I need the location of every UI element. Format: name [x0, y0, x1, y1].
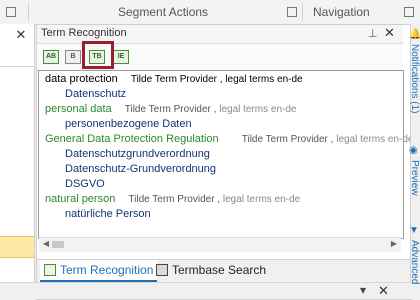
tab-label: Termbase Search [172, 263, 267, 277]
term-source-row[interactable]: natural person Tilde Term Provider , leg… [45, 193, 300, 205]
eye-icon: ◉ [409, 145, 418, 156]
term-list-button[interactable]: IE [112, 48, 130, 66]
tab-preview[interactable]: Preview [406, 160, 420, 196]
term-results-list[interactable]: data protection Tilde Term Provider , le… [38, 70, 413, 239]
scrollbar-thumb[interactable] [52, 241, 64, 248]
source-term: data protection [45, 73, 118, 85]
ribbon-dialog-launcher[interactable] [6, 0, 16, 24]
tab-notifications[interactable]: Notifications (1) [406, 44, 420, 113]
ribbon-group-navigation: Navigation [313, 5, 370, 19]
term-source-row[interactable]: personal data Tilde Term Provider , lega… [45, 103, 296, 115]
term-source-row[interactable]: data protection Tilde Term Provider , le… [45, 73, 303, 85]
filter-icon: ▼ [409, 225, 419, 236]
chevron-down-icon[interactable]: ▾ [360, 283, 366, 297]
target-term[interactable]: personenbezogene Daten [65, 118, 192, 130]
term-recognition-icon [44, 264, 56, 276]
bottom-bar [0, 282, 420, 299]
bell-icon: 🔔 [409, 29, 420, 40]
tab-advanced[interactable]: Advanced [406, 240, 420, 284]
navigation-launcher[interactable] [404, 0, 414, 24]
segment-actions-launcher[interactable] [287, 0, 297, 24]
term-detail-icon: B [65, 50, 81, 64]
term-source-row[interactable]: General Data Protection Regulation Tilde… [45, 133, 413, 145]
horizontal-scrollbar[interactable] [39, 237, 401, 252]
ribbon-separator [302, 3, 303, 21]
close-icon[interactable]: ✕ [378, 283, 389, 299]
target-term[interactable]: natürliche Person [65, 208, 151, 220]
tab-termbase-search[interactable]: Termbase Search [156, 260, 266, 280]
dialog-launcher-icon [6, 7, 16, 17]
source-term: personal data [45, 103, 112, 115]
term-view-icon: AB [43, 50, 59, 64]
provider-label: Tilde Term Provider , legal terms en-de [128, 194, 301, 205]
highlight-box [82, 41, 114, 69]
scroll-right-icon[interactable]: ▶ [389, 239, 399, 249]
editor-divider [0, 66, 34, 67]
target-term[interactable]: Datenschutzgrundverordnung [65, 148, 210, 160]
selected-segment-row[interactable] [0, 236, 34, 258]
provider-label: Tilde Term Provider , legal terms en-de [241, 134, 414, 145]
pin-icon[interactable]: ⊥ [368, 27, 378, 40]
tab-label: Term Recognition [60, 263, 154, 277]
tab-term-recognition[interactable]: Term Recognition [40, 260, 158, 282]
term-view-button[interactable]: AB [42, 48, 60, 66]
term-detail-button[interactable]: B [64, 48, 82, 66]
scroll-left-icon[interactable]: ◀ [41, 239, 51, 249]
close-icon[interactable]: ✕ [14, 28, 28, 42]
ribbon-group-segment-actions: Segment Actions [118, 5, 209, 19]
term-list-icon: IE [113, 50, 129, 64]
source-term: General Data Protection Regulation [45, 133, 219, 145]
dialog-launcher-icon [287, 7, 297, 17]
target-term[interactable]: Datenschutz [65, 88, 126, 100]
pane-title: Term Recognition [41, 27, 127, 39]
termbase-search-icon [156, 264, 168, 276]
ribbon-separator [28, 3, 29, 21]
provider-label: Tilde Term Provider , legal terms en-de [124, 104, 297, 115]
source-term: natural person [45, 193, 116, 205]
dialog-launcher-icon [404, 7, 414, 17]
target-term[interactable]: DSGVO [65, 178, 105, 190]
close-icon[interactable]: ✕ [384, 25, 395, 41]
target-term[interactable]: Datenschutz-Grundverordnung [65, 163, 216, 175]
provider-label: Tilde Term Provider , legal terms en-de [130, 74, 303, 85]
